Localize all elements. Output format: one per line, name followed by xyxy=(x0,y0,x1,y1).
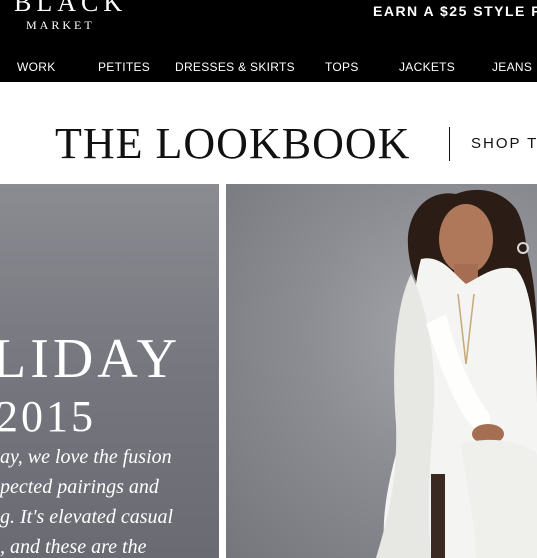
nav-item-jackets[interactable]: JACKETS xyxy=(399,60,455,74)
holiday-feature-panel: LIDAY 2015 ay, we love the fusion pected… xyxy=(0,184,219,558)
panel-gap xyxy=(219,184,226,558)
page-title: THE LOOKBOOK xyxy=(55,119,411,168)
feature-title: LIDAY xyxy=(0,328,182,390)
nav-item-dresses-skirts[interactable]: DRESSES & SKIRTS xyxy=(175,60,295,74)
nav-item-work[interactable]: WORK xyxy=(17,60,56,74)
title-divider xyxy=(449,127,450,161)
main-nav: WORK PETITES DRESSES & SKIRTS TOPS JACKE… xyxy=(0,60,537,78)
feature-text-line: ay, we love the fusion xyxy=(0,446,172,468)
shop-the-look-link[interactable]: SHOP T xyxy=(471,135,537,152)
brand-logo-bottom[interactable]: MARKET xyxy=(26,18,95,33)
brand-logo-top[interactable]: BLACK xyxy=(14,0,127,18)
nav-item-tops[interactable]: TOPS xyxy=(325,60,359,74)
feature-text-line: pected pairings and xyxy=(0,476,159,498)
feature-year: 2015 xyxy=(0,392,96,441)
nav-item-petites[interactable]: PETITES xyxy=(98,60,150,74)
feature-text-line: , and these are the xyxy=(0,536,147,558)
model-photo-illustration xyxy=(376,189,537,558)
promo-banner[interactable]: EARN A $25 STYLE PE xyxy=(373,3,537,19)
feature-text-line: g. It's elevated casual xyxy=(0,506,174,528)
page: BLACK MARKET EARN A $25 STYLE PE WORK PE… xyxy=(0,0,537,558)
site-header: BLACK MARKET EARN A $25 STYLE PE WORK PE… xyxy=(0,0,537,82)
lookbook-photo[interactable] xyxy=(226,184,537,558)
nav-item-jeans[interactable]: JEANS xyxy=(492,60,532,74)
